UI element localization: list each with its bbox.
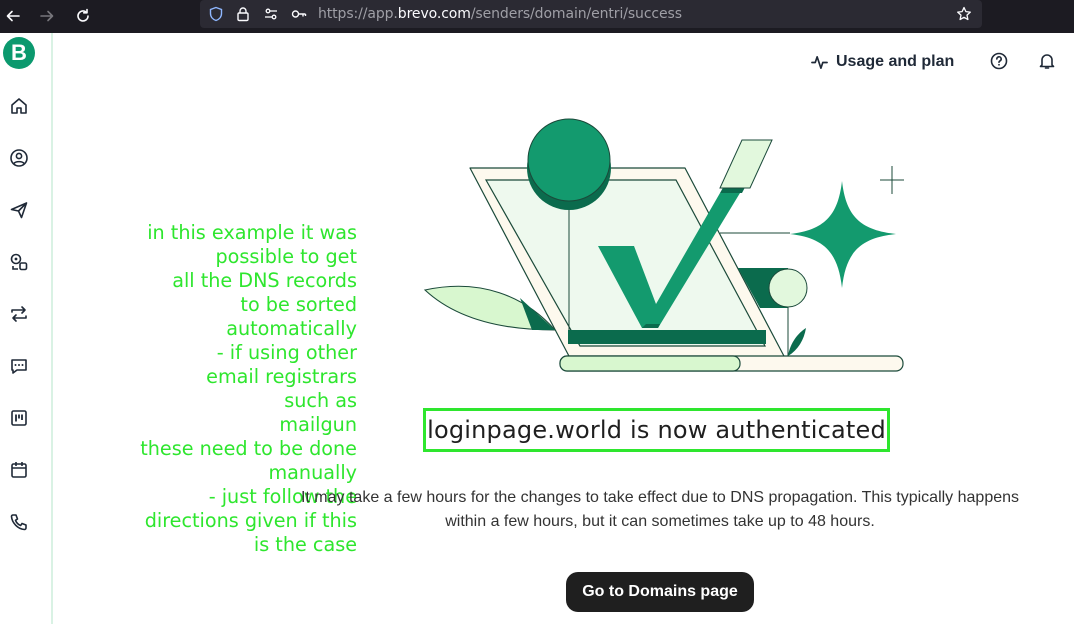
back-button[interactable] <box>0 3 26 29</box>
help-icon[interactable] <box>990 52 1008 70</box>
arrow-left-icon <box>6 10 20 22</box>
key-icon[interactable] <box>291 6 307 22</box>
annotation-line: in this example it was <box>147 221 357 244</box>
annotation-line: all the DNS records <box>172 269 357 292</box>
annotation-line: to be sorted <box>240 293 357 316</box>
brevo-logo[interactable]: B <box>3 37 35 69</box>
shield-icon[interactable] <box>208 6 224 22</box>
annotation-line: such as <box>284 389 357 412</box>
logo-letter: B <box>11 40 27 65</box>
address-bar[interactable]: https://app.brevo.com/senders/domain/ent… <box>200 0 982 28</box>
arrow-right-icon <box>40 10 54 22</box>
bell-icon[interactable] <box>1038 52 1056 70</box>
annotation-line: email registrars <box>206 365 357 388</box>
highlight-box: loginpage.world is now authenticated <box>423 408 890 452</box>
annotation-line: is the case <box>253 533 357 556</box>
meetings-icon[interactable] <box>8 459 30 481</box>
url-text[interactable]: https://app.brevo.com/senders/domain/ent… <box>318 6 682 22</box>
usage-and-plan-label: Usage and plan <box>836 53 955 70</box>
description-text: It may take a few hours for the changes … <box>300 489 1020 530</box>
annotation-line: these need to be done <box>140 437 357 460</box>
activity-icon <box>811 55 828 69</box>
contacts-icon[interactable] <box>8 147 30 169</box>
lock-icon[interactable] <box>235 6 251 22</box>
forward-button[interactable] <box>34 3 60 29</box>
permissions-icon[interactable] <box>263 6 279 22</box>
url-prefix: https://app. <box>318 6 398 22</box>
go-to-domains-button[interactable]: Go to Domains page <box>566 572 754 612</box>
deals-icon[interactable] <box>8 407 30 429</box>
reload-button[interactable] <box>70 3 96 29</box>
annotation-line: - if using other <box>216 341 357 364</box>
page-title: loginpage.world is now authenticated <box>427 416 886 444</box>
conversations-icon[interactable] <box>8 355 30 377</box>
home-icon[interactable] <box>8 95 30 117</box>
annotation-line: manually <box>268 461 357 484</box>
success-illustration <box>423 118 904 372</box>
url-host: brevo.com <box>397 6 471 22</box>
url-path: /senders/domain/entri/success <box>470 6 682 22</box>
send-icon[interactable] <box>8 199 30 221</box>
usage-and-plan-button[interactable]: Usage and plan <box>811 52 954 72</box>
transactional-icon[interactable] <box>8 303 30 325</box>
browser-toolbar: https://app.brevo.com/senders/domain/ent… <box>0 0 1074 33</box>
automation-icon[interactable] <box>8 251 30 273</box>
annotation-line: mailgun <box>279 413 357 436</box>
reload-icon <box>77 8 89 22</box>
app-sidebar: B <box>0 33 53 624</box>
bookmark-star-icon[interactable] <box>956 6 972 22</box>
annotation-line: possible to get <box>215 245 357 268</box>
annotation-line: automatically <box>226 317 357 340</box>
phone-icon[interactable] <box>8 511 30 533</box>
